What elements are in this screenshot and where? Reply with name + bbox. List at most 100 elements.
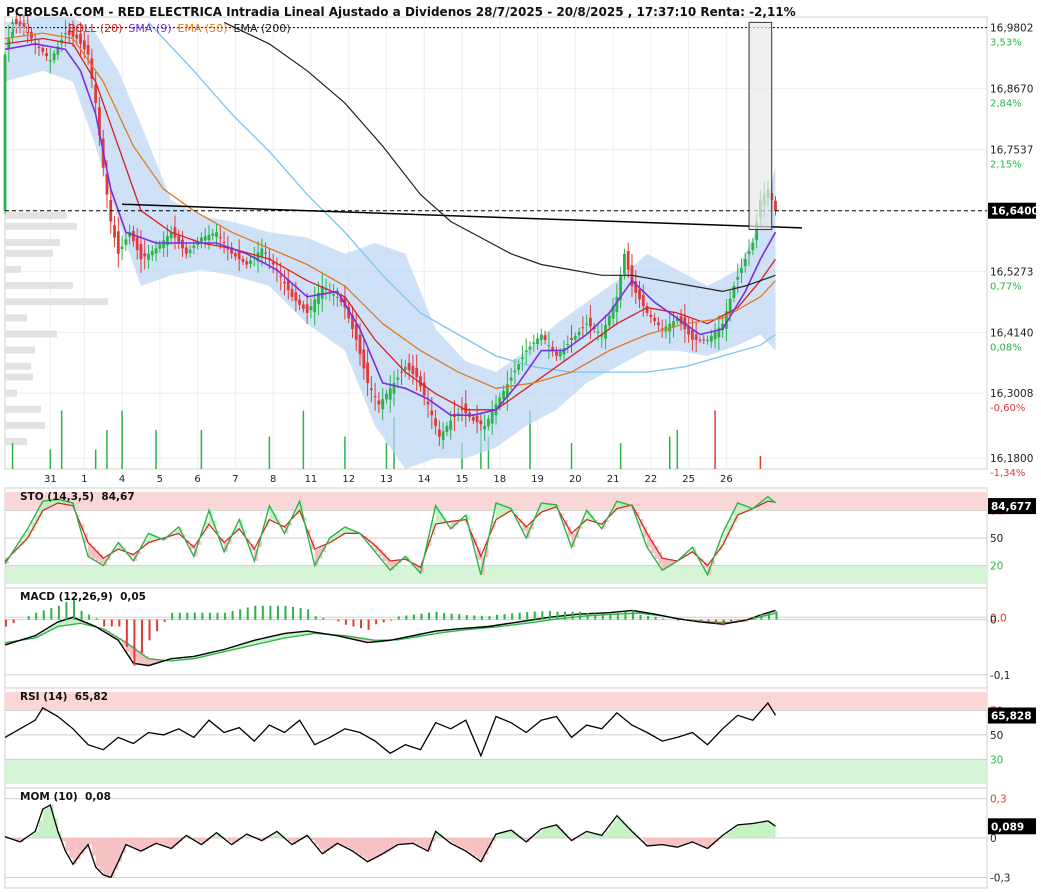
macd-histogram-bar — [428, 612, 431, 620]
x-tick-label: 18 — [493, 474, 506, 485]
rsi-line — [4, 701, 777, 758]
candle-body — [415, 367, 419, 378]
candle-body — [464, 403, 468, 414]
candle-body — [313, 299, 317, 313]
y-tick-label: 16,5273 — [990, 266, 1033, 278]
candle-body — [524, 350, 528, 353]
macd-histogram-bar — [35, 612, 38, 620]
x-tick-label: 1 — [81, 474, 87, 485]
candle-body — [471, 416, 475, 421]
macd-histogram-bar — [699, 619, 702, 622]
indicator-fill-4 — [88, 838, 92, 845]
macd-histogram-bar — [616, 613, 619, 620]
indicator-fill-4 — [397, 838, 402, 845]
candle-body — [709, 335, 713, 342]
macd-histogram-bar — [344, 619, 347, 625]
indicator-fill-4 — [552, 825, 557, 838]
indicator-fill-4 — [730, 830, 734, 838]
volume-profile-bar — [5, 362, 31, 370]
indicator-fill-4 — [360, 838, 364, 857]
macd-histogram-bar — [654, 616, 657, 620]
candle-body — [373, 396, 377, 398]
candle-body — [381, 399, 385, 410]
indicator-fill-4 — [273, 833, 277, 838]
candle-body — [154, 248, 158, 254]
indicator-fill-4 — [458, 838, 463, 848]
volume-profile-bar — [5, 314, 27, 322]
macd-histogram-bar — [579, 611, 582, 620]
indicator-fill-4 — [95, 838, 100, 867]
indicator-fill-4 — [341, 838, 345, 846]
candle-body — [45, 53, 48, 57]
macd-title: MACD (12,26,9) 0,05 — [20, 591, 146, 603]
volume-profile-bar — [5, 298, 108, 306]
projection-box — [748, 21, 773, 231]
candle-body — [271, 262, 275, 265]
indicator-last-label: 84,677 — [991, 501, 1032, 513]
macd-histogram-bar — [80, 610, 83, 620]
candle-body — [233, 253, 237, 257]
indicator-fill-4 — [314, 838, 319, 845]
indicator-fill-4 — [197, 838, 202, 843]
candle-body — [660, 328, 664, 330]
indicator-fill-4 — [378, 838, 383, 856]
indicator-fill-4 — [545, 827, 549, 838]
indicator-fill-4 — [533, 835, 538, 838]
indicator-fill-4 — [348, 838, 353, 850]
macd-histogram-bar — [624, 611, 627, 620]
macd-histogram-bar — [284, 605, 287, 620]
candle-body — [222, 242, 226, 244]
candle-body — [113, 225, 116, 238]
indicator-fill-4 — [609, 825, 614, 838]
candle-body — [441, 431, 445, 441]
candle-body — [143, 253, 147, 257]
indicator-fill-4 — [756, 822, 761, 838]
x-tick-label: 8 — [270, 474, 276, 485]
indicator-fill-4 — [46, 807, 51, 838]
candle-body — [52, 53, 56, 61]
indicator-fill-4 — [662, 838, 666, 845]
candle-body — [751, 243, 755, 251]
candle-body — [736, 277, 740, 280]
pct-label: 0,08% — [990, 342, 1022, 353]
candle-body — [528, 346, 532, 350]
candle-body — [641, 295, 645, 307]
macd-histogram-bar — [450, 613, 453, 620]
candle-body — [483, 425, 487, 430]
pct-label: 2,84% — [990, 99, 1022, 110]
indicator-fill-4 — [503, 832, 508, 838]
macd-histogram-bar — [405, 615, 408, 620]
candle-body — [245, 261, 249, 265]
x-tick-label: 19 — [531, 474, 544, 485]
indicator-fill-4 — [737, 824, 742, 838]
candle-body — [237, 251, 241, 260]
candle-body — [691, 329, 694, 340]
last-price-label: 16,6400 — [991, 206, 1039, 218]
indicator-fill-4 — [745, 824, 750, 838]
candle-body — [260, 248, 264, 257]
candle-body — [37, 46, 41, 48]
x-tick-label: 26 — [720, 474, 733, 485]
indicator-fill-4 — [741, 824, 746, 838]
macd-histogram-bar — [125, 619, 128, 648]
candle-body — [502, 390, 505, 400]
candle-body — [513, 370, 517, 373]
candle-body — [358, 334, 362, 355]
macd-histogram-bar — [5, 619, 7, 627]
indicator-fill-4 — [647, 838, 651, 846]
macd-histogram-bar — [314, 616, 317, 620]
candle-body — [713, 331, 717, 340]
candle-body — [192, 245, 196, 248]
indicator-fill-4 — [692, 838, 697, 842]
macd-histogram-bar — [458, 614, 461, 620]
indicator-fill-4 — [38, 820, 43, 838]
indicator-fill-4 — [352, 838, 357, 852]
indicator-fill-4 — [344, 838, 349, 848]
candle-body — [184, 247, 188, 254]
indicator-level-label: -0,3 — [990, 872, 1011, 884]
x-tick-label: 31 — [44, 474, 57, 485]
indicator-level-label: 0 — [990, 615, 997, 627]
indicator-fill-4 — [643, 838, 648, 843]
indicator-fill-4 — [696, 838, 700, 844]
indicator-fill-4 — [363, 838, 368, 860]
